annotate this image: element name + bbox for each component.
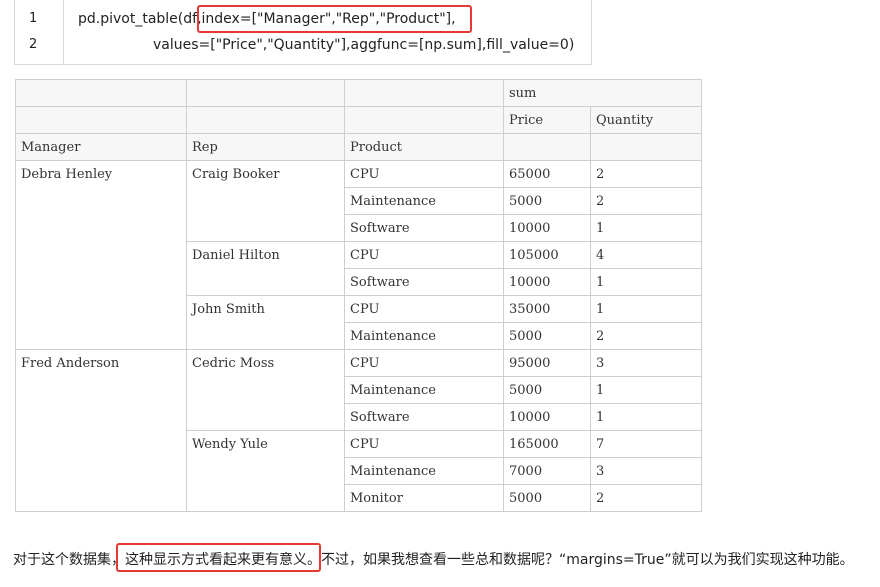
quantity-cell: 2 <box>590 160 702 188</box>
product-cell: Maintenance <box>344 187 504 215</box>
line-number-gutter: 1 2 <box>15 0 64 64</box>
paragraph-highlight-box <box>116 543 321 572</box>
line-number: 2 <box>29 37 38 52</box>
quantity-cell: 2 <box>590 187 702 215</box>
price-cell: 5000 <box>503 376 591 404</box>
paragraph-before: 对于这个数据集， <box>13 552 125 568</box>
quantity-cell: 2 <box>590 484 702 512</box>
product-cell: CPU <box>344 160 504 188</box>
quantity-cell: 1 <box>590 295 702 323</box>
price-cell: 165000 <box>503 430 591 458</box>
table-row: Debra Henley Craig Booker CPU 65000 2 <box>15 160 702 350</box>
price-cell: 5000 <box>503 322 591 350</box>
code-line-1-prefix: pd.pivot_table(df, <box>78 11 202 27</box>
header-rep: Rep <box>186 133 345 161</box>
header-sum: sum <box>503 79 702 107</box>
price-cell: 10000 <box>503 268 591 296</box>
product-cell: CPU <box>344 241 504 269</box>
product-cell: Monitor <box>344 484 504 512</box>
price-cell: 10000 <box>503 214 591 242</box>
rep-cell: Wendy Yule <box>186 430 345 512</box>
paragraph-after: 不过，如果我想查看一些总和数据呢？“margins=True”就可以为我们实现这… <box>321 552 854 568</box>
product-cell: Software <box>344 214 504 242</box>
code-line-2: values=["Price","Quantity"],aggfunc=[np.… <box>153 37 575 53</box>
code-highlight-box <box>197 5 472 33</box>
rep-cell: John Smith <box>186 295 345 350</box>
quantity-cell: 1 <box>590 214 702 242</box>
price-cell: 10000 <box>503 403 591 431</box>
product-cell: CPU <box>344 349 504 377</box>
product-cell: Maintenance <box>344 457 504 485</box>
quantity-cell: 7 <box>590 430 702 458</box>
product-cell: CPU <box>344 430 504 458</box>
header-price: Price <box>503 106 591 134</box>
quantity-cell: 3 <box>590 457 702 485</box>
rep-cell: Daniel Hilton <box>186 241 345 296</box>
quantity-cell: 3 <box>590 349 702 377</box>
quantity-cell: 1 <box>590 376 702 404</box>
quantity-cell: 4 <box>590 241 702 269</box>
price-cell: 95000 <box>503 349 591 377</box>
product-cell: Maintenance <box>344 322 504 350</box>
manager-cell: Fred Anderson <box>15 349 187 512</box>
table-row: Fred Anderson Cedric Moss CPU 95000 3 <box>15 349 702 512</box>
line-number: 1 <box>29 11 38 26</box>
manager-cell: Debra Henley <box>15 160 187 350</box>
price-cell: 5000 <box>503 187 591 215</box>
rep-cell: Craig Booker <box>186 160 345 242</box>
price-cell: 65000 <box>503 160 591 188</box>
price-cell: 35000 <box>503 295 591 323</box>
quantity-cell: 1 <box>590 403 702 431</box>
product-cell: Software <box>344 403 504 431</box>
product-cell: Maintenance <box>344 376 504 404</box>
product-cell: Software <box>344 268 504 296</box>
quantity-cell: 1 <box>590 268 702 296</box>
header-product: Product <box>344 133 504 161</box>
price-cell: 7000 <box>503 457 591 485</box>
pivot-table: sum Price Quantity Manager Rep Product D… <box>15 79 702 512</box>
product-cell: CPU <box>344 295 504 323</box>
rep-cell: Cedric Moss <box>186 349 345 431</box>
price-cell: 105000 <box>503 241 591 269</box>
price-cell: 5000 <box>503 484 591 512</box>
quantity-cell: 2 <box>590 322 702 350</box>
header-manager: Manager <box>15 133 187 161</box>
header-quantity: Quantity <box>590 106 702 134</box>
